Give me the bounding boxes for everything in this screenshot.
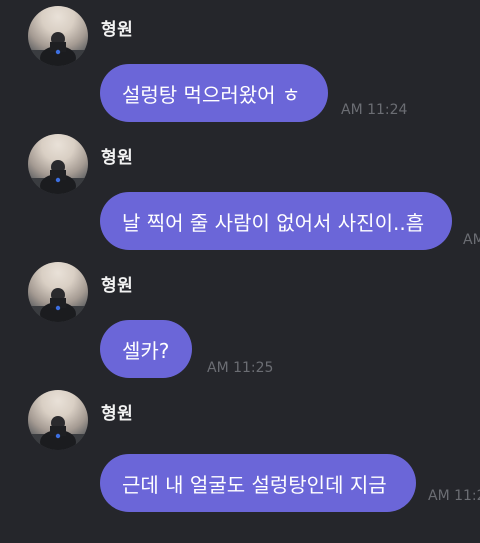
timestamp: AM [463, 232, 480, 248]
chat-view: 형원 설렁탕 먹으러왔어 ㅎ AM 11:24 형원 날 찍어 줄 사람이 없어… [0, 0, 480, 543]
message-bubble[interactable]: 셀카? [100, 320, 192, 378]
message-bubble[interactable]: 날 찍어 줄 사람이 없어서 사진이..흠 [100, 192, 452, 250]
avatar[interactable] [28, 6, 88, 66]
sender-name: 형원 [101, 276, 134, 296]
sender-name: 형원 [101, 148, 134, 168]
avatar[interactable] [28, 262, 88, 322]
message-group: 형원 날 찍어 줄 사람이 없어서 사진이..흠 AM [0, 128, 480, 256]
message-group: 형원 설렁탕 먹으러왔어 ㅎ AM 11:24 [0, 0, 480, 128]
timestamp: AM 11:2 [428, 488, 480, 504]
message-group: 형원 근데 내 얼굴도 설렁탕인데 지금 AM 11:2 [0, 384, 480, 512]
avatar[interactable] [28, 390, 88, 450]
message-bubble[interactable]: 근데 내 얼굴도 설렁탕인데 지금 [100, 454, 416, 512]
avatar-photo-icon [28, 160, 88, 194]
message-bubble[interactable]: 설렁탕 먹으러왔어 ㅎ [100, 64, 328, 122]
avatar-photo-icon [28, 288, 88, 322]
timestamp: AM 11:24 [341, 102, 408, 118]
sender-name: 형원 [101, 404, 134, 424]
message-group: 형원 셀카? AM 11:25 [0, 256, 480, 384]
avatar-photo-icon [28, 32, 88, 66]
timestamp: AM 11:25 [207, 360, 274, 376]
avatar[interactable] [28, 134, 88, 194]
avatar-photo-icon [28, 416, 88, 450]
sender-name: 형원 [101, 20, 134, 40]
